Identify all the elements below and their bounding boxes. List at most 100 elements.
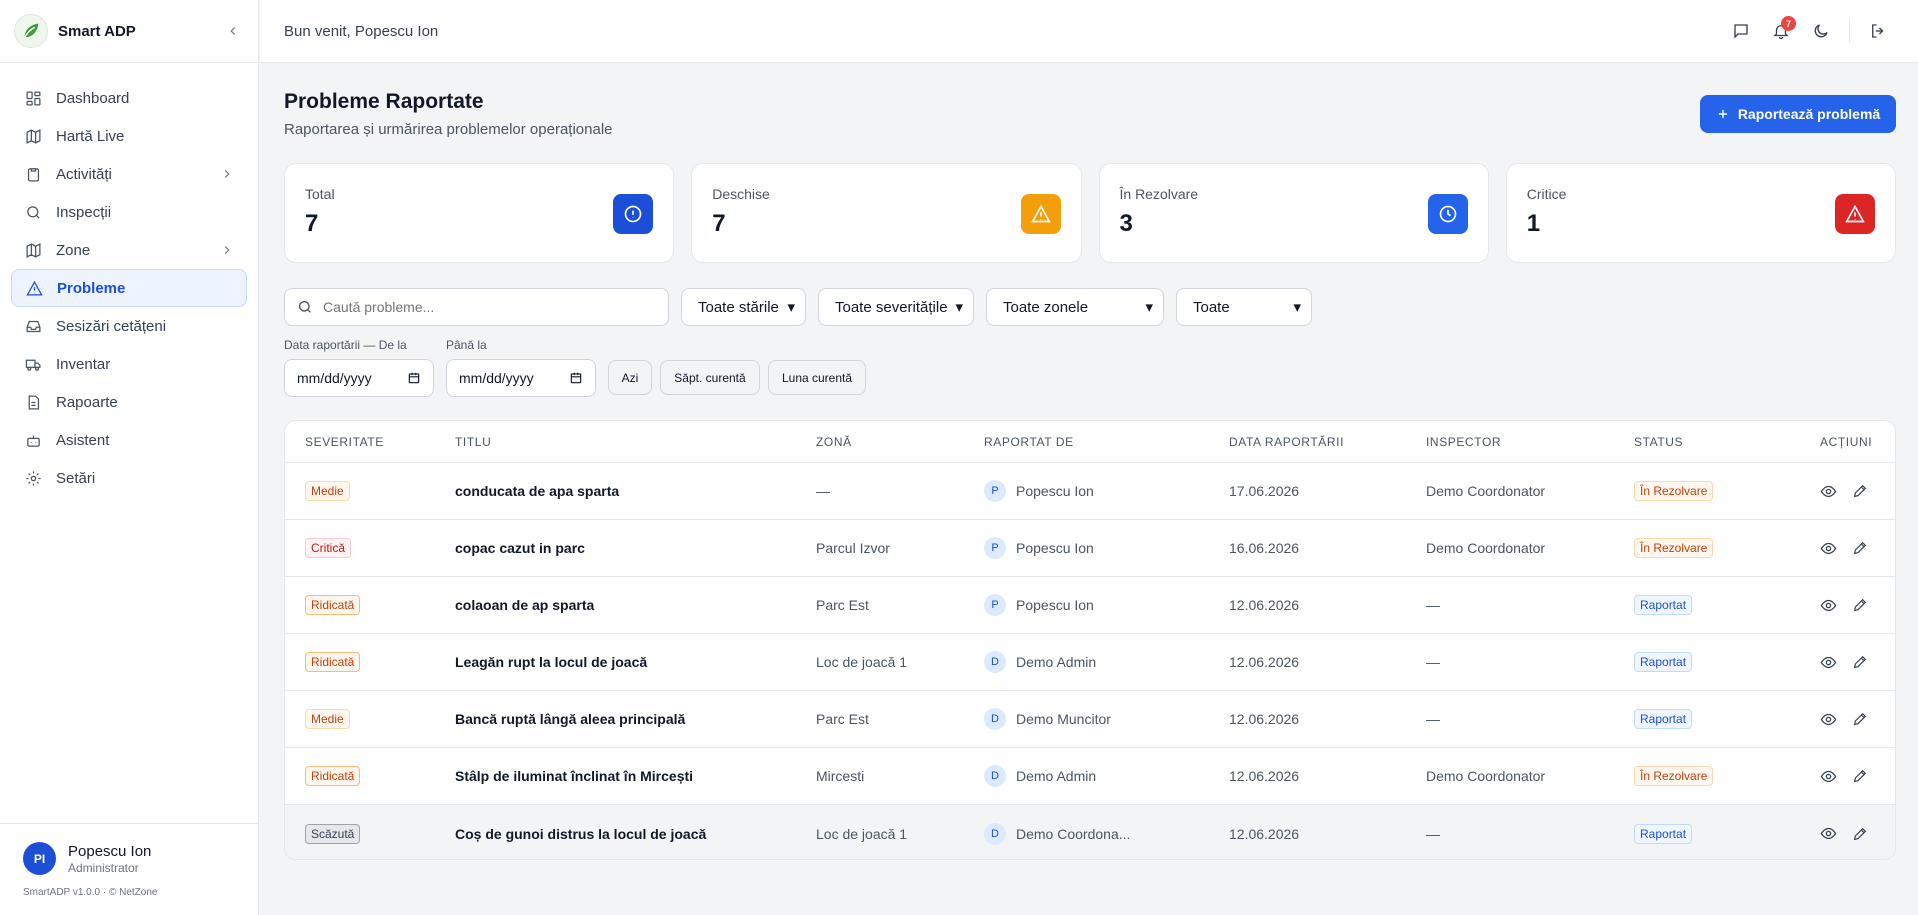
version-text: SmartADP v1.0.0 · © NetZone xyxy=(23,887,158,898)
date-cell: 16.06.2026 xyxy=(1229,540,1300,556)
zone-select[interactable]: Toate zonele ▾ xyxy=(986,288,1164,326)
chevron-right-icon xyxy=(220,243,234,257)
zone-cell: — xyxy=(816,483,830,499)
quick-filter-today[interactable]: Azi xyxy=(608,360,652,395)
user-block: PI Popescu Ion Administrator SmartADP v1… xyxy=(0,823,259,915)
date-to-input[interactable]: mm/dd/yyyy xyxy=(446,359,596,397)
map-icon xyxy=(24,127,42,145)
search-input[interactable] xyxy=(323,299,643,315)
date-from-input[interactable]: mm/dd/yyyy xyxy=(284,359,434,397)
chevron-down-icon: ▾ xyxy=(1293,299,1301,316)
view-icon[interactable] xyxy=(1818,538,1838,558)
messages-icon[interactable] xyxy=(1721,11,1761,51)
chevron-down-icon: ▾ xyxy=(1145,299,1153,316)
sidebar-item-dashboard[interactable]: Dashboard xyxy=(11,79,247,117)
sidebar-item-zone[interactable]: Zone xyxy=(11,231,247,269)
edit-icon[interactable] xyxy=(1850,481,1870,501)
edit-icon[interactable] xyxy=(1850,652,1870,672)
stat-label: În Rezolvare xyxy=(1119,186,1199,202)
severity-badge: Scăzută xyxy=(305,823,361,844)
table-row[interactable]: Medie conducata de apa sparta — P Popescu Io… xyxy=(285,463,1895,520)
view-icon[interactable] xyxy=(1818,652,1838,672)
plus-icon xyxy=(1718,109,1727,119)
inspector-cell: — xyxy=(1426,711,1440,727)
problem-title[interactable]: colaoan de ap sparta xyxy=(455,597,594,613)
sidebar-item-asistent[interactable]: Asistent xyxy=(11,421,247,459)
date-cell: 12.06.2026 xyxy=(1229,768,1300,784)
table-row[interactable]: Ridicată Leagăn rupt la locul de joacă Loc… xyxy=(285,634,1895,691)
column-header: TITLU xyxy=(455,434,492,449)
chevron-right-icon xyxy=(220,167,234,181)
table-row[interactable]: Ridicată colaoan de ap sparta Parc Est P Pop… xyxy=(285,577,1895,634)
status-select[interactable]: Toate stările ▾ xyxy=(681,288,806,326)
table-row[interactable]: Ridicată Stâlp de iluminat înclinat în Mi… xyxy=(285,748,1895,805)
problem-title[interactable]: Coș de gunoi distrus la locul de joacă xyxy=(455,826,706,842)
reporter-name: Popescu Ion xyxy=(1016,597,1094,613)
bot-icon xyxy=(24,431,42,449)
status-badge: În Rezolvare xyxy=(1634,538,1714,558)
sidebar-item-activit-i[interactable]: Activități xyxy=(11,155,247,193)
table-body: Medie conducata de apa sparta — P Popescu Io… xyxy=(285,463,1895,859)
view-icon[interactable] xyxy=(1818,709,1838,729)
search-box[interactable] xyxy=(284,288,669,326)
status-badge: Raportat xyxy=(1634,709,1693,729)
report-problem-button[interactable]: Raportează problemă xyxy=(1700,95,1896,133)
calendar-icon[interactable] xyxy=(407,371,421,385)
stats-row: Total 7 Deschise 7 În Rezolvare 3 Critice 1 xyxy=(284,163,1896,263)
quick-filter-week[interactable]: Săpt. curentă xyxy=(660,360,760,395)
reporter-cell: P Popescu Ion xyxy=(984,480,1094,502)
column-header: DATA RAPORTĂRII xyxy=(1229,434,1345,449)
sidebar-item-label: Sesizări cetățeni xyxy=(56,317,167,335)
edit-icon[interactable] xyxy=(1850,766,1870,786)
problem-title[interactable]: Bancă ruptă lângă aleea principală xyxy=(455,711,685,727)
severity-badge: Ridicată xyxy=(305,595,361,615)
table-row[interactable]: Medie Bancă ruptă lângă aleea principală P… xyxy=(285,691,1895,748)
sidebar-item-hart-live[interactable]: Hartă Live xyxy=(11,117,247,155)
severity-select[interactable]: Toate severitățile ▾ xyxy=(818,288,974,326)
edit-icon[interactable] xyxy=(1850,824,1870,844)
problem-title[interactable]: Stâlp de iluminat înclinat în Mircești xyxy=(455,768,693,784)
logout-icon[interactable] xyxy=(1858,11,1898,51)
dark-mode-icon[interactable] xyxy=(1801,11,1841,51)
edit-icon[interactable] xyxy=(1850,538,1870,558)
avatar[interactable]: PI xyxy=(23,842,56,875)
edit-icon[interactable] xyxy=(1850,595,1870,615)
notifications-icon[interactable]: 7 xyxy=(1761,11,1801,51)
calendar-icon[interactable] xyxy=(569,371,583,385)
reporter-cell: D Demo Coordona... xyxy=(984,822,1130,845)
other-select[interactable]: Toate ▾ xyxy=(1176,288,1312,326)
sidebar-item-rapoarte[interactable]: Rapoarte xyxy=(11,383,247,421)
edit-icon[interactable] xyxy=(1850,709,1870,729)
view-icon[interactable] xyxy=(1818,766,1838,786)
problems-table: SEVERITATE TITLU ZONĂ RAPORTAT DE DATA RAPOR… xyxy=(284,420,1896,860)
view-icon[interactable] xyxy=(1818,824,1838,844)
sidebar-item-inspec-ii[interactable]: Inspecții xyxy=(11,193,247,231)
sidebar-item-sesiz-ri-cet-eni[interactable]: Sesizări cetățeni xyxy=(11,307,247,345)
reporter-cell: D Demo Muncitor xyxy=(984,708,1111,730)
problem-title[interactable]: Leagăn rupt la locul de joacă xyxy=(455,654,647,670)
sidebar-item-probleme[interactable]: Probleme xyxy=(11,269,247,307)
warning-icon xyxy=(25,279,43,297)
sidebar-item-inventar[interactable]: Inventar xyxy=(11,345,247,383)
date-to-placeholder: mm/dd/yyyy xyxy=(459,370,534,386)
date-from-placeholder: mm/dd/yyyy xyxy=(297,370,372,386)
inspector-cell: Demo Coordonator xyxy=(1426,483,1546,499)
view-icon[interactable] xyxy=(1818,595,1838,615)
user-name: Popescu Ion xyxy=(68,842,152,860)
problem-title[interactable]: conducata de apa sparta xyxy=(455,483,619,499)
sidebar-item-set-ri[interactable]: Setări xyxy=(11,459,247,497)
file-icon xyxy=(24,393,42,411)
zone-cell: Parc Est xyxy=(816,711,869,727)
info-icon xyxy=(613,194,654,234)
truck-icon xyxy=(24,355,42,373)
app-name: Smart ADP xyxy=(58,22,136,40)
quick-filter-month[interactable]: Luna curentă xyxy=(768,360,866,395)
column-header: SEVERITATE xyxy=(305,434,384,449)
table-row[interactable]: Critică copac cazut in parc Parcul Izvor P P… xyxy=(285,520,1895,577)
view-icon[interactable] xyxy=(1818,481,1838,501)
collapse-sidebar-icon[interactable] xyxy=(222,20,244,42)
problem-title[interactable]: copac cazut in parc xyxy=(455,540,585,556)
sidebar-item-label: Asistent xyxy=(56,431,110,449)
column-header: ACȚIUNI xyxy=(1820,434,1873,449)
table-row[interactable]: Scăzută Coș de gunoi distrus la locul de … xyxy=(285,805,1895,859)
